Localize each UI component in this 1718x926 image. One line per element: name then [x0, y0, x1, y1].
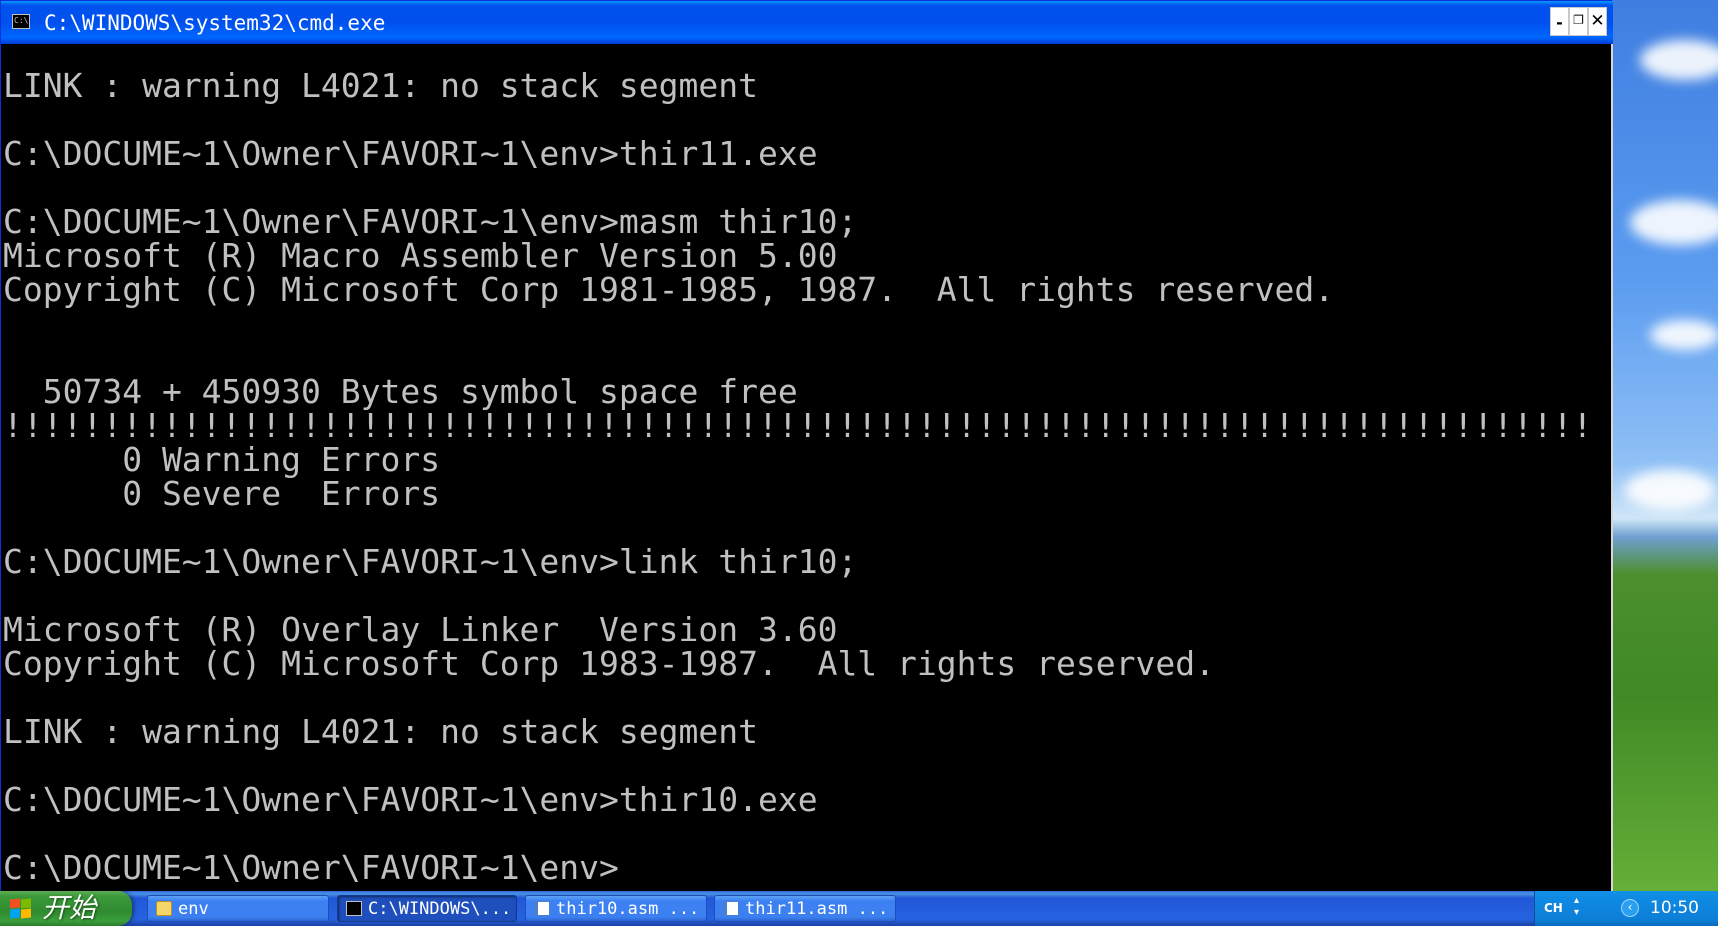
document-icon: [723, 901, 739, 916]
folder-icon: [156, 901, 172, 916]
console-line: C:\DOCUME~1\Owner\FAVORI~1\env>thir10.ex…: [3, 780, 818, 819]
minimize-button[interactable]: -: [1550, 7, 1569, 36]
language-indicator[interactable]: CH: [1544, 900, 1563, 916]
document-icon: [534, 901, 550, 916]
taskbar: 开始 env C:\WINDOWS\... thir10.asm ... thi…: [0, 891, 1718, 926]
console-line: Microsoft (R) Macro Assembler Version 5.…: [3, 236, 838, 275]
console-line: LINK : warning L4021: no stack segment: [3, 712, 758, 751]
console-line: Copyright (C) Microsoft Corp 1981-1985, …: [3, 270, 1335, 309]
taskbar-button-label: env: [178, 899, 209, 919]
ime-toggle-icon[interactable]: ▴ ▾: [1574, 895, 1579, 919]
start-button[interactable]: 开始: [0, 891, 132, 926]
console-line: C:\DOCUME~1\Owner\FAVORI~1\env>: [3, 848, 619, 887]
wallpaper-cloud: [1650, 320, 1718, 350]
console-line: Copyright (C) Microsoft Corp 1983-1987. …: [3, 644, 1215, 683]
start-label: 开始: [42, 893, 96, 924]
clock[interactable]: 10:50: [1650, 896, 1699, 920]
console-line: !!!!!!!!!!!!!!!!!!!!!!!!!!!!!!!!!!!!!!!!…: [3, 406, 1593, 445]
console-scrollbar[interactable]: [1611, 44, 1613, 891]
taskbar-button-label: thir10.asm ...: [556, 899, 700, 919]
console-line: Microsoft (R) Overlay Linker Version 3.6…: [3, 610, 838, 649]
console-text-area: LINK : warning L4021: no stack segment C:…: [3, 69, 1592, 885]
taskbar-button-thir10-asm[interactable]: thir10.asm ...: [525, 895, 707, 922]
show-hidden-icons-chevron-icon[interactable]: ‹: [1621, 899, 1639, 917]
cmd-icon: [346, 901, 362, 916]
console-line: 0 Severe Errors: [3, 474, 441, 513]
console-line: 0 Warning Errors: [3, 440, 441, 479]
window-title: C:\WINDOWS\system32\cmd.exe: [44, 11, 386, 35]
console-line: C:\DOCUME~1\Owner\FAVORI~1\env>link thir…: [3, 542, 858, 581]
console-line: C:\DOCUME~1\Owner\FAVORI~1\env>thir11.ex…: [3, 134, 818, 173]
taskbar-button-cmd[interactable]: C:\WINDOWS\...: [337, 895, 517, 922]
wallpaper-cloud: [1630, 200, 1718, 245]
taskbar-button-label: C:\WINDOWS\...: [368, 899, 512, 919]
taskbar-button-env[interactable]: env: [147, 895, 329, 922]
console-line: LINK : warning L4021: no stack segment: [3, 66, 758, 105]
window-titlebar[interactable]: C:\ C:\WINDOWS\system32\cmd.exe - ❐ ✕: [1, 1, 1613, 44]
console-line: 50734 + 450930 Bytes symbol space free: [3, 372, 798, 411]
console-line: C:\DOCUME~1\Owner\FAVORI~1\env>masm thir…: [3, 202, 858, 241]
cmd-window[interactable]: C:\ C:\WINDOWS\system32\cmd.exe - ❐ ✕ LI…: [0, 0, 1613, 891]
cmd-icon[interactable]: C:\: [12, 14, 30, 29]
windows-logo-icon: [10, 898, 32, 919]
taskbar-button-thir11-asm[interactable]: thir11.asm ...: [714, 895, 896, 922]
restore-button[interactable]: ❐: [1569, 7, 1588, 36]
console-output[interactable]: LINK : warning L4021: no stack segment C:…: [1, 44, 1611, 891]
close-button[interactable]: ✕: [1588, 7, 1607, 36]
taskbar-button-label: thir11.asm ...: [745, 899, 889, 919]
wallpaper-cloud: [1640, 40, 1718, 80]
wallpaper-cloud: [1625, 470, 1715, 510]
